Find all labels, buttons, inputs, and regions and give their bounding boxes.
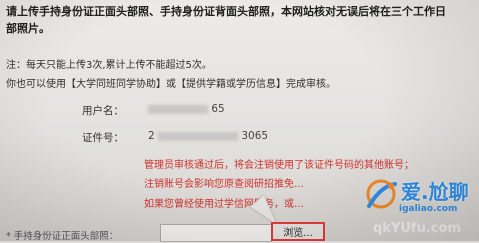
id-number-prefix: 2 [148, 130, 155, 142]
watermark-url-faint: qkYUfu.com [373, 221, 461, 236]
site-watermark: 爱.尬聊 igaliao.com qkYUfu.com [361, 176, 477, 240]
file-path-input[interactable] [160, 224, 272, 242]
warning-line-1: 管理员审核通过后，将会注销使用了该证件号码的其他账号； [144, 160, 414, 171]
upload-limit-note: 注：每天只能上传3次,累计上传不能超过5次。 [6, 60, 212, 71]
watermark-url: igaliao.com [399, 204, 458, 214]
username-label: 用户名： [82, 105, 124, 117]
username-suffix: 65 [211, 103, 225, 115]
alternative-method-note: 你也可以使用【大学同班同学协助】或【提供学籍或学历信息】完成审核。 [6, 79, 336, 90]
heading-line-1: 请上传手持身份证正面头部照、手持身份证背面头部照，本网站核对无误后将在三个工作日 [6, 5, 446, 18]
id-number-label: 证件号： [82, 132, 124, 144]
watermark-ghost-text [367, 188, 374, 212]
id-front-upload-label: * 手持身份证正面头部照： [6, 231, 119, 242]
warning-line-2: 注销账号会影响您原查阅研招推免… [144, 179, 304, 190]
watermark-brand: 爱.尬聊 [401, 180, 469, 204]
page-heading: 请上传手持身份证正面头部照、手持身份证背面头部照，本网站核对无误后将在三个工作日… [6, 3, 476, 37]
id-number-suffix: 3065 [241, 130, 269, 142]
browse-button[interactable]: 浏览... [271, 222, 325, 241]
username-value: 65 [148, 103, 225, 115]
redacted-username [148, 104, 208, 114]
id-number-value: 2 3065 [148, 130, 268, 142]
heading-line-2: 部照片。 [6, 22, 50, 35]
warning-line-3: 如果您曾经使用过学信网服务，或… [144, 199, 304, 210]
redacted-id-number [158, 131, 239, 141]
